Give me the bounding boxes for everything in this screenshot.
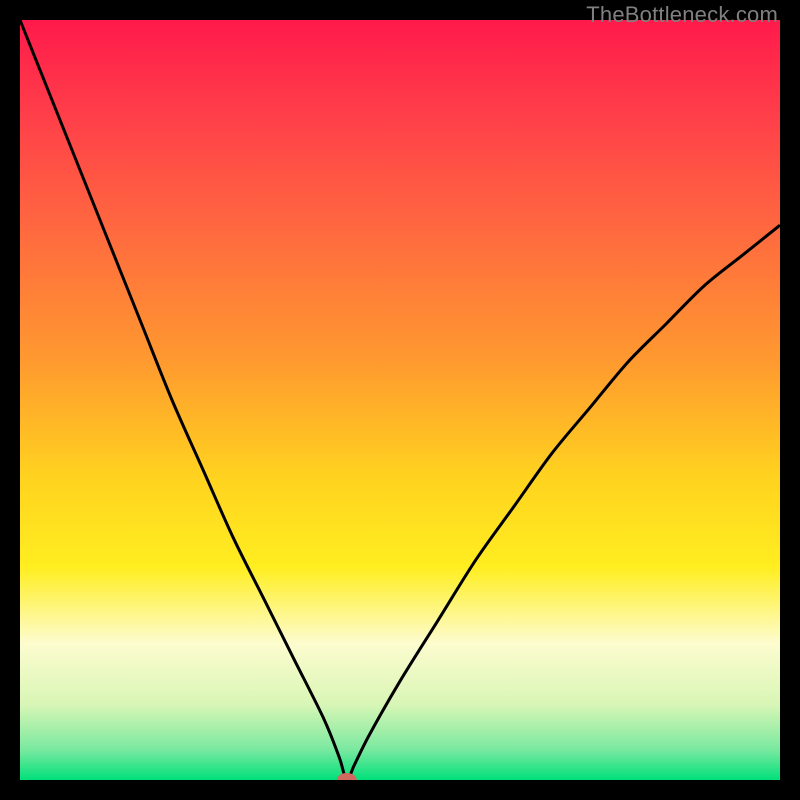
watermark-text: TheBottleneck.com bbox=[586, 2, 778, 28]
plot-area bbox=[20, 20, 780, 780]
gradient-background bbox=[20, 20, 780, 780]
chart-frame: TheBottleneck.com bbox=[0, 0, 800, 800]
bottleneck-chart bbox=[20, 20, 780, 780]
